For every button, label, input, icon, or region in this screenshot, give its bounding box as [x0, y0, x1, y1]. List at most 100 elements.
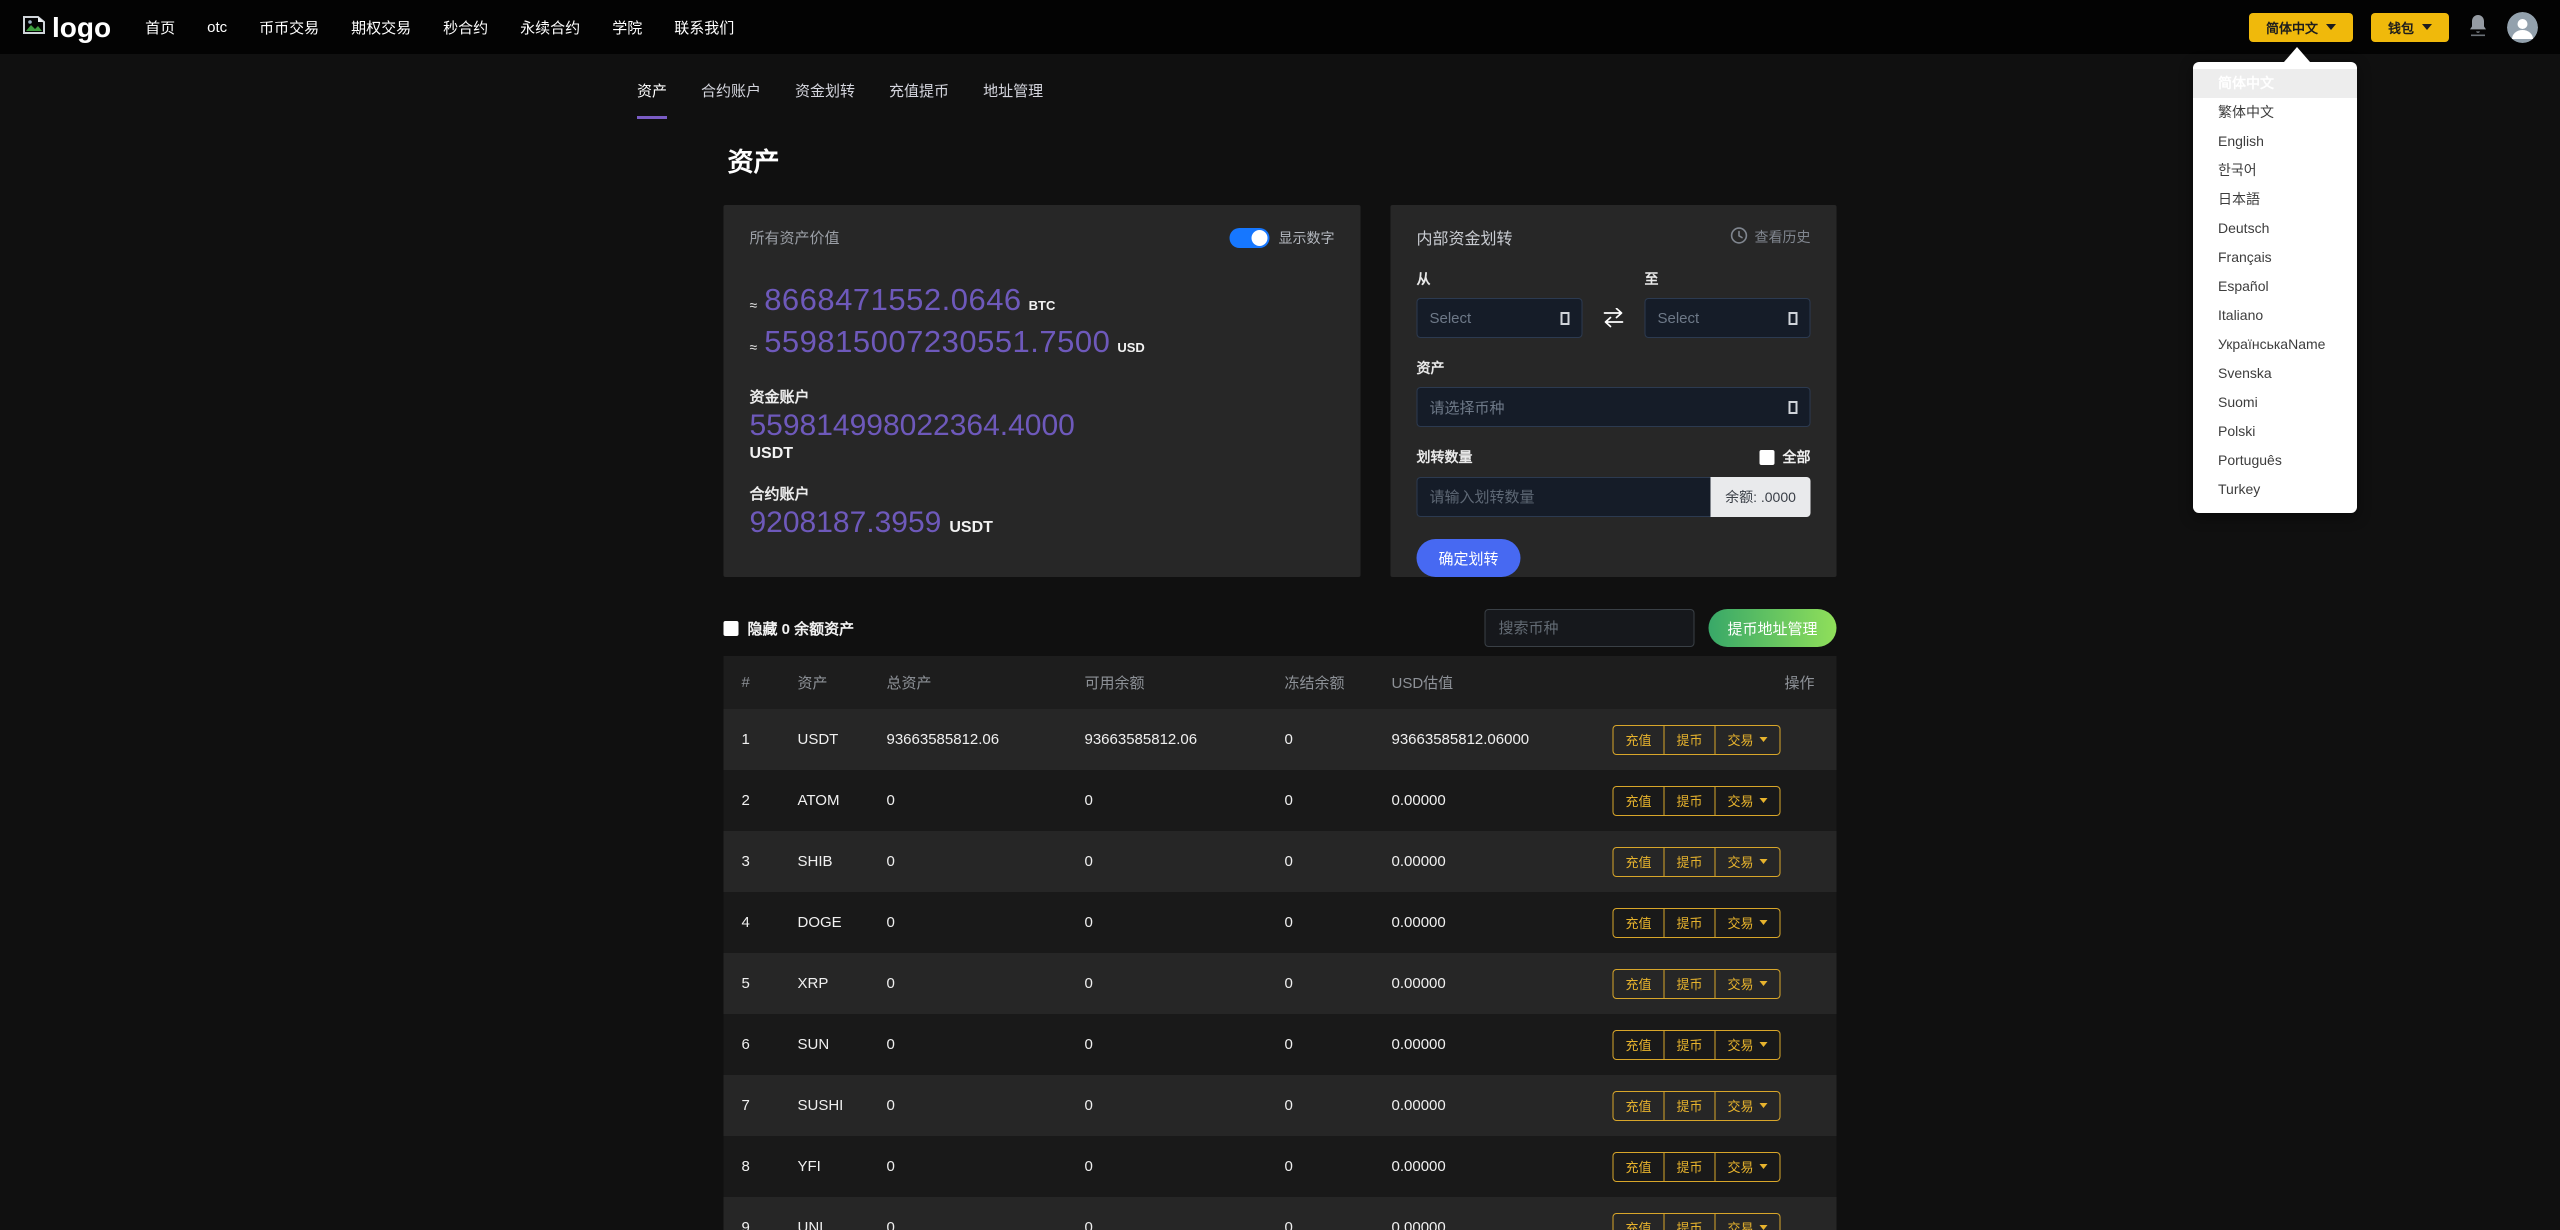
swap-direction-button[interactable]	[1583, 298, 1645, 338]
language-menu-item[interactable]: Español	[2193, 272, 2357, 301]
language-button[interactable]: 简体中文	[2248, 12, 2353, 42]
trade-button[interactable]: 交易	[1714, 846, 1781, 877]
all-checkbox[interactable]	[1759, 449, 1775, 465]
withdraw-button[interactable]: 提币	[1663, 785, 1716, 816]
wallet-button[interactable]: 钱包	[2370, 12, 2449, 42]
show-numbers-toggle[interactable]	[1229, 227, 1270, 248]
asset-label: 资产	[1416, 360, 1445, 376]
deposit-button[interactable]: 充值	[1612, 724, 1665, 755]
trade-button[interactable]: 交易	[1714, 785, 1781, 816]
col-total: 总资产	[886, 675, 932, 692]
broken-image-icon	[22, 13, 48, 42]
asset-select[interactable]: 请选择币种	[1416, 387, 1811, 427]
cell-frozen: 0	[1284, 731, 1293, 748]
withdraw-button[interactable]: 提币	[1663, 724, 1716, 755]
language-menu-item[interactable]: УкраїнськаName	[2193, 330, 2357, 359]
language-menu-item[interactable]: 한국어	[2193, 156, 2357, 185]
trade-button[interactable]: 交易	[1714, 724, 1781, 755]
cell-total: 0	[886, 914, 895, 931]
contract-account-number: 9208187.3959	[749, 506, 942, 539]
nav-item[interactable]: 期权交易	[351, 17, 411, 38]
table-body: 1 USDT 93663585812.06 93663585812.06 0 9…	[723, 709, 1837, 1230]
avatar[interactable]	[2507, 11, 2538, 43]
logo[interactable]: logo	[22, 13, 111, 42]
cell-frozen: 0	[1284, 975, 1293, 992]
transfer-card-title: 内部资金划转	[1416, 231, 1513, 248]
logo-text: logo	[52, 11, 112, 43]
hide-zero-checkbox[interactable]	[723, 621, 739, 636]
withdraw-button[interactable]: 提币	[1663, 968, 1716, 999]
language-menu-item[interactable]: Italiano	[2193, 301, 2357, 330]
trade-button[interactable]: 交易	[1714, 1151, 1781, 1182]
language-button-label: 简体中文	[2265, 20, 2318, 36]
withdraw-button[interactable]: 提币	[1663, 1090, 1716, 1121]
from-label: 从	[1416, 271, 1431, 287]
trade-button[interactable]: 交易	[1714, 1090, 1781, 1121]
select-arrow-placeholder-icon	[1788, 400, 1798, 414]
nav-item[interactable]: 首页	[145, 17, 175, 38]
language-menu-item[interactable]: English	[2193, 127, 2357, 156]
subnav-tab[interactable]: 充值提币	[889, 80, 949, 119]
search-input[interactable]	[1484, 609, 1695, 647]
col-actions: 操作	[1784, 675, 1815, 692]
trade-button-label: 交易	[1727, 1038, 1754, 1053]
amount-input[interactable]	[1416, 477, 1711, 517]
nav-item[interactable]: 秒合约	[443, 17, 488, 38]
withdraw-button[interactable]: 提币	[1663, 1029, 1716, 1060]
trade-button[interactable]: 交易	[1714, 907, 1781, 938]
language-menu-item[interactable]: Svenska	[2193, 359, 2357, 388]
trade-button[interactable]: 交易	[1714, 1029, 1781, 1060]
confirm-transfer-button[interactable]: 确定划转	[1416, 539, 1521, 577]
from-select[interactable]: Select	[1416, 298, 1583, 338]
subnav-tab[interactable]: 地址管理	[983, 80, 1043, 119]
cell-total: 0	[886, 792, 895, 809]
language-menu-item[interactable]: Turkey	[2193, 475, 2357, 504]
deposit-button[interactable]: 充值	[1612, 1029, 1665, 1060]
notification-bell-icon[interactable]	[2467, 13, 2489, 42]
total-usd-value: 559815007230551.7500	[764, 324, 1111, 359]
language-menu-item[interactable]: Polski	[2193, 417, 2357, 446]
chevron-down-icon	[1759, 1103, 1768, 1108]
trade-button-label: 交易	[1727, 916, 1754, 931]
language-menu-item[interactable]: 简体中文	[2193, 69, 2357, 98]
language-menu-item[interactable]: 日本語	[2193, 185, 2357, 214]
cell-actions: 充值 提币 交易	[1611, 1029, 1815, 1060]
deposit-button[interactable]: 充值	[1612, 968, 1665, 999]
language-menu-item[interactable]: 繁体中文	[2193, 98, 2357, 127]
subnav-tab[interactable]: 合约账户	[701, 80, 761, 119]
language-menu-item[interactable]: Português	[2193, 446, 2357, 475]
nav-item[interactable]: 联系我们	[674, 17, 734, 38]
trade-button[interactable]: 交易	[1714, 1212, 1781, 1230]
view-history-link[interactable]: 查看历史	[1730, 227, 1811, 247]
deposit-button[interactable]: 充值	[1612, 846, 1665, 877]
language-menu-item[interactable]: Deutsch	[2193, 214, 2357, 243]
nav-menu: 首页 otc 币币交易 期权交易 秒合约 永续合约 学院 联系我们	[145, 17, 734, 38]
all-label: 全部	[1782, 449, 1811, 465]
cell-asset: SHIB	[797, 853, 833, 870]
deposit-button[interactable]: 充值	[1612, 1151, 1665, 1182]
nav-item[interactable]: otc	[207, 19, 227, 36]
to-select[interactable]: Select	[1644, 298, 1811, 338]
nav-item[interactable]: 学院	[612, 17, 642, 38]
deposit-button[interactable]: 充值	[1612, 1090, 1665, 1121]
deposit-button[interactable]: 充值	[1612, 907, 1665, 938]
subnav-tab[interactable]: 资产	[637, 80, 668, 119]
nav-item[interactable]: 永续合约	[520, 17, 580, 38]
withdraw-button[interactable]: 提币	[1663, 1212, 1716, 1230]
trade-button-label: 交易	[1727, 794, 1754, 809]
withdraw-button[interactable]: 提币	[1663, 846, 1716, 877]
withdraw-button[interactable]: 提币	[1663, 1151, 1716, 1182]
cell-index: 2	[741, 792, 750, 809]
deposit-button[interactable]: 充值	[1612, 785, 1665, 816]
cell-available: 93663585812.06	[1084, 731, 1198, 748]
wallet-button-label: 钱包	[2387, 20, 2414, 36]
language-menu-item[interactable]: Français	[2193, 243, 2357, 272]
subnav-tab[interactable]: 资金划转	[795, 80, 855, 119]
language-menu-item[interactable]: Suomi	[2193, 388, 2357, 417]
withdraw-address-button[interactable]: 提币地址管理	[1708, 609, 1837, 647]
withdraw-button[interactable]: 提币	[1663, 907, 1716, 938]
table-row: 1 USDT 93663585812.06 93663585812.06 0 9…	[723, 709, 1837, 770]
deposit-button[interactable]: 充值	[1612, 1212, 1665, 1230]
nav-item[interactable]: 币币交易	[259, 17, 319, 38]
trade-button[interactable]: 交易	[1714, 968, 1781, 999]
